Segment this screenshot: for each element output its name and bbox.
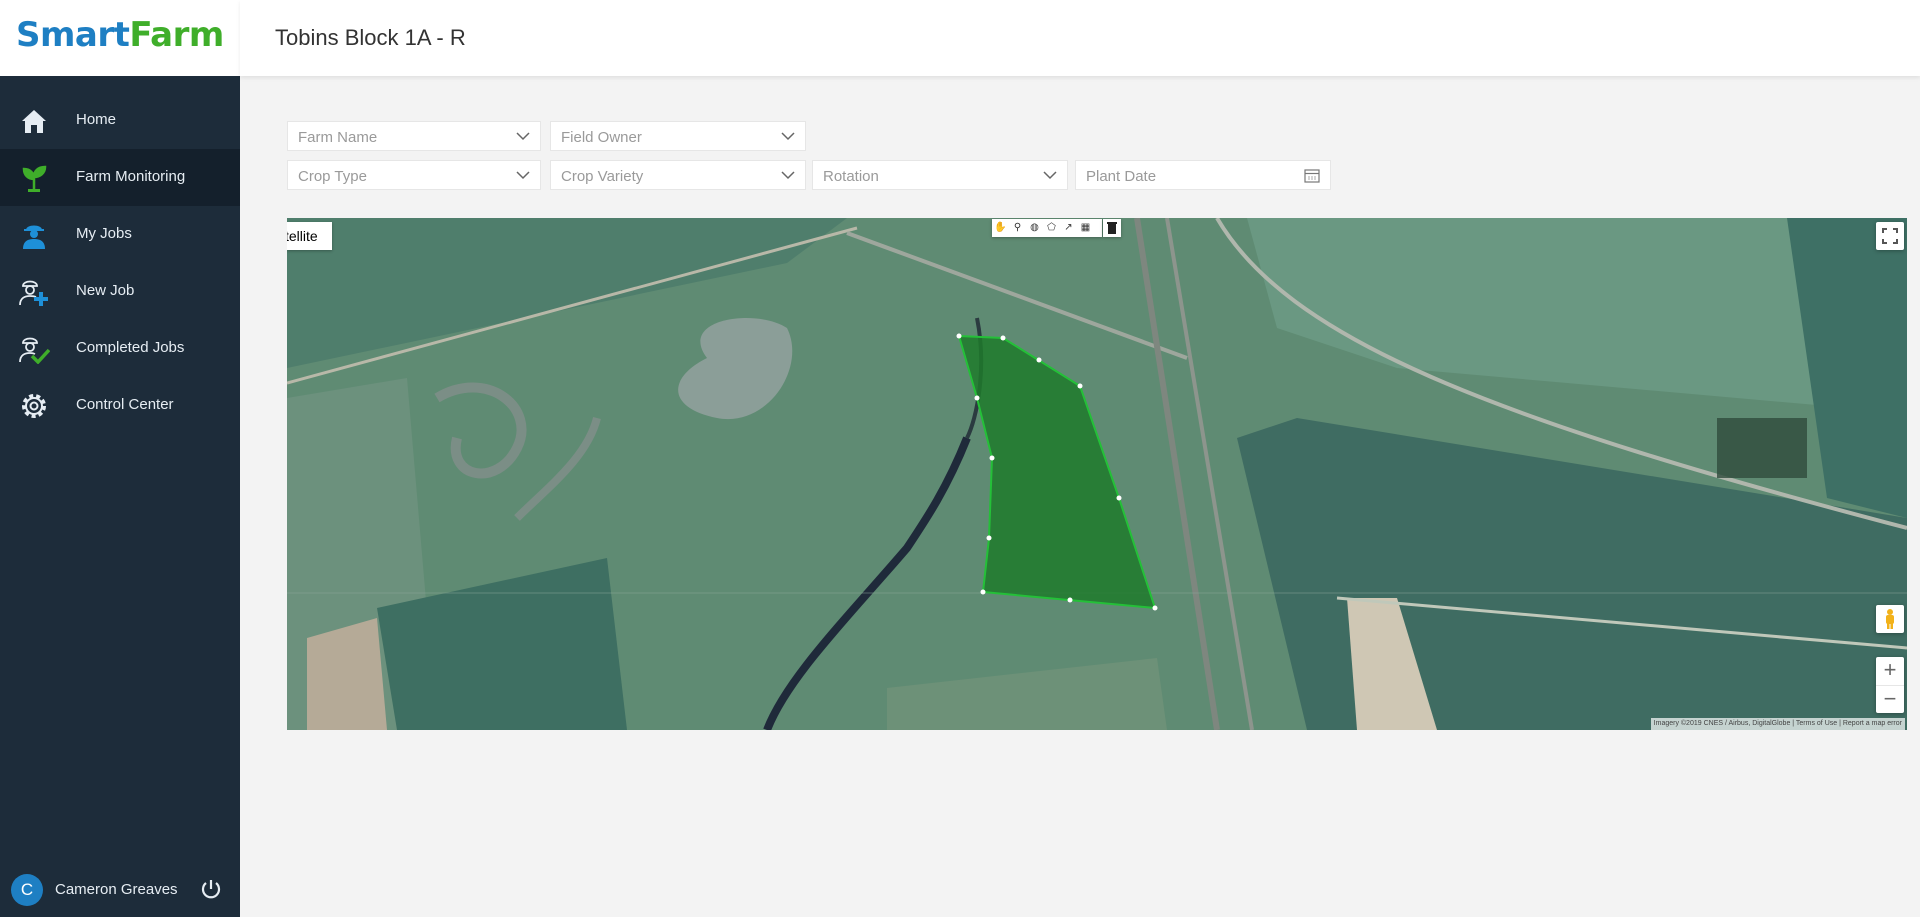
drawing-toolbar: ✋ ⚲ ◍ ⬠ ↗ ▦ [992,219,1102,237]
avatar[interactable]: C [11,874,43,906]
sidebar-item-completed-jobs[interactable]: Completed Jobs [0,320,240,377]
plant-date-placeholder: Plant Date [1086,168,1157,185]
rectangle-icon[interactable]: ▦ [1077,219,1094,237]
calendar-icon [1304,169,1320,183]
crop-variety-placeholder: Crop Variety [561,168,644,185]
hand-icon[interactable]: ✋ [992,219,1009,237]
sidebar-item-farm-monitoring[interactable]: Farm Monitoring [0,149,240,206]
sidebar-item-label: New Job [76,282,135,299]
sidebar-item-control-center[interactable]: Control Center [0,377,240,434]
chevron-down-icon [516,132,530,141]
field-owner-placeholder: Field Owner [561,129,642,146]
sidebar-item-label: My Jobs [76,225,132,242]
page-title: Tobins Block 1A - R [275,25,466,50]
chevron-down-icon [781,171,795,180]
worker-add-icon [19,280,48,306]
zoom-control: + − [1876,657,1904,713]
map-attribution[interactable]: Imagery ©2019 CNES / Airbus, DigitalGlob… [1650,718,1905,730]
polyline-icon[interactable]: ↗ [1060,219,1077,237]
logo-area: SmartFarm [0,0,240,76]
farm-name-placeholder: Farm Name [298,129,378,146]
gear-icon [22,394,46,418]
map-type-label: tellite [287,228,318,244]
chevron-down-icon [1043,171,1057,180]
fullscreen-icon [1882,228,1898,244]
fullscreen-button[interactable] [1876,222,1904,250]
chevron-down-icon [516,171,530,180]
sidebar-item-label: Farm Monitoring [76,168,186,185]
pegman-icon [1886,609,1894,629]
farm-name-select[interactable]: Farm Name [287,121,541,151]
crop-type-select[interactable]: Crop Type [287,160,541,190]
sidebar-item-label: Control Center [76,396,174,413]
rotation-placeholder: Rotation [823,168,879,185]
header-bar: Tobins Block 1A - R [240,0,1920,76]
sidebar-item-my-jobs[interactable]: My Jobs [0,206,240,263]
zoom-out-button[interactable]: − [1876,685,1904,714]
circle-icon[interactable]: ◍ [1026,219,1043,237]
trash-icon [1107,222,1117,234]
power-icon[interactable] [200,878,222,900]
crop-type-placeholder: Crop Type [298,168,367,185]
plant-date-input[interactable]: Plant Date [1075,160,1331,190]
polygon-icon[interactable]: ⬠ [1043,219,1060,237]
worker-check-icon [19,337,50,364]
map-type-toggle[interactable]: tellite [287,222,332,250]
satellite-imagery [287,218,1907,730]
field-owner-select[interactable]: Field Owner [550,121,806,151]
sidebar: SmartFarm Home Farm Monitoring My Jobs N… [0,0,240,917]
sidebar-item-home[interactable]: Home [0,92,240,149]
sidebar-item-label: Completed Jobs [76,339,185,356]
street-view-button[interactable] [1876,605,1904,633]
crop-variety-select[interactable]: Crop Variety [550,160,806,190]
home-icon [22,110,46,133]
zoom-in-button[interactable]: + [1876,657,1904,685]
user-name: Cameron Greaves [55,881,178,898]
sidebar-item-new-job[interactable]: New Job [0,263,240,320]
user-bar: C Cameron Greaves [0,861,240,917]
chevron-down-icon [781,132,795,141]
rotation-select[interactable]: Rotation [812,160,1068,190]
delete-shape-button[interactable] [1103,219,1121,237]
plant-icon [22,165,47,192]
worker-icon [23,225,45,249]
smartfarm-logo[interactable]: SmartFarm [16,15,224,55]
map-view[interactable]: tellite ✋ ⚲ ◍ ⬠ ↗ ▦ + − Imagery ©2019 CN… [287,218,1907,730]
sidebar-item-label: Home [76,111,117,128]
marker-icon[interactable]: ⚲ [1009,219,1026,237]
